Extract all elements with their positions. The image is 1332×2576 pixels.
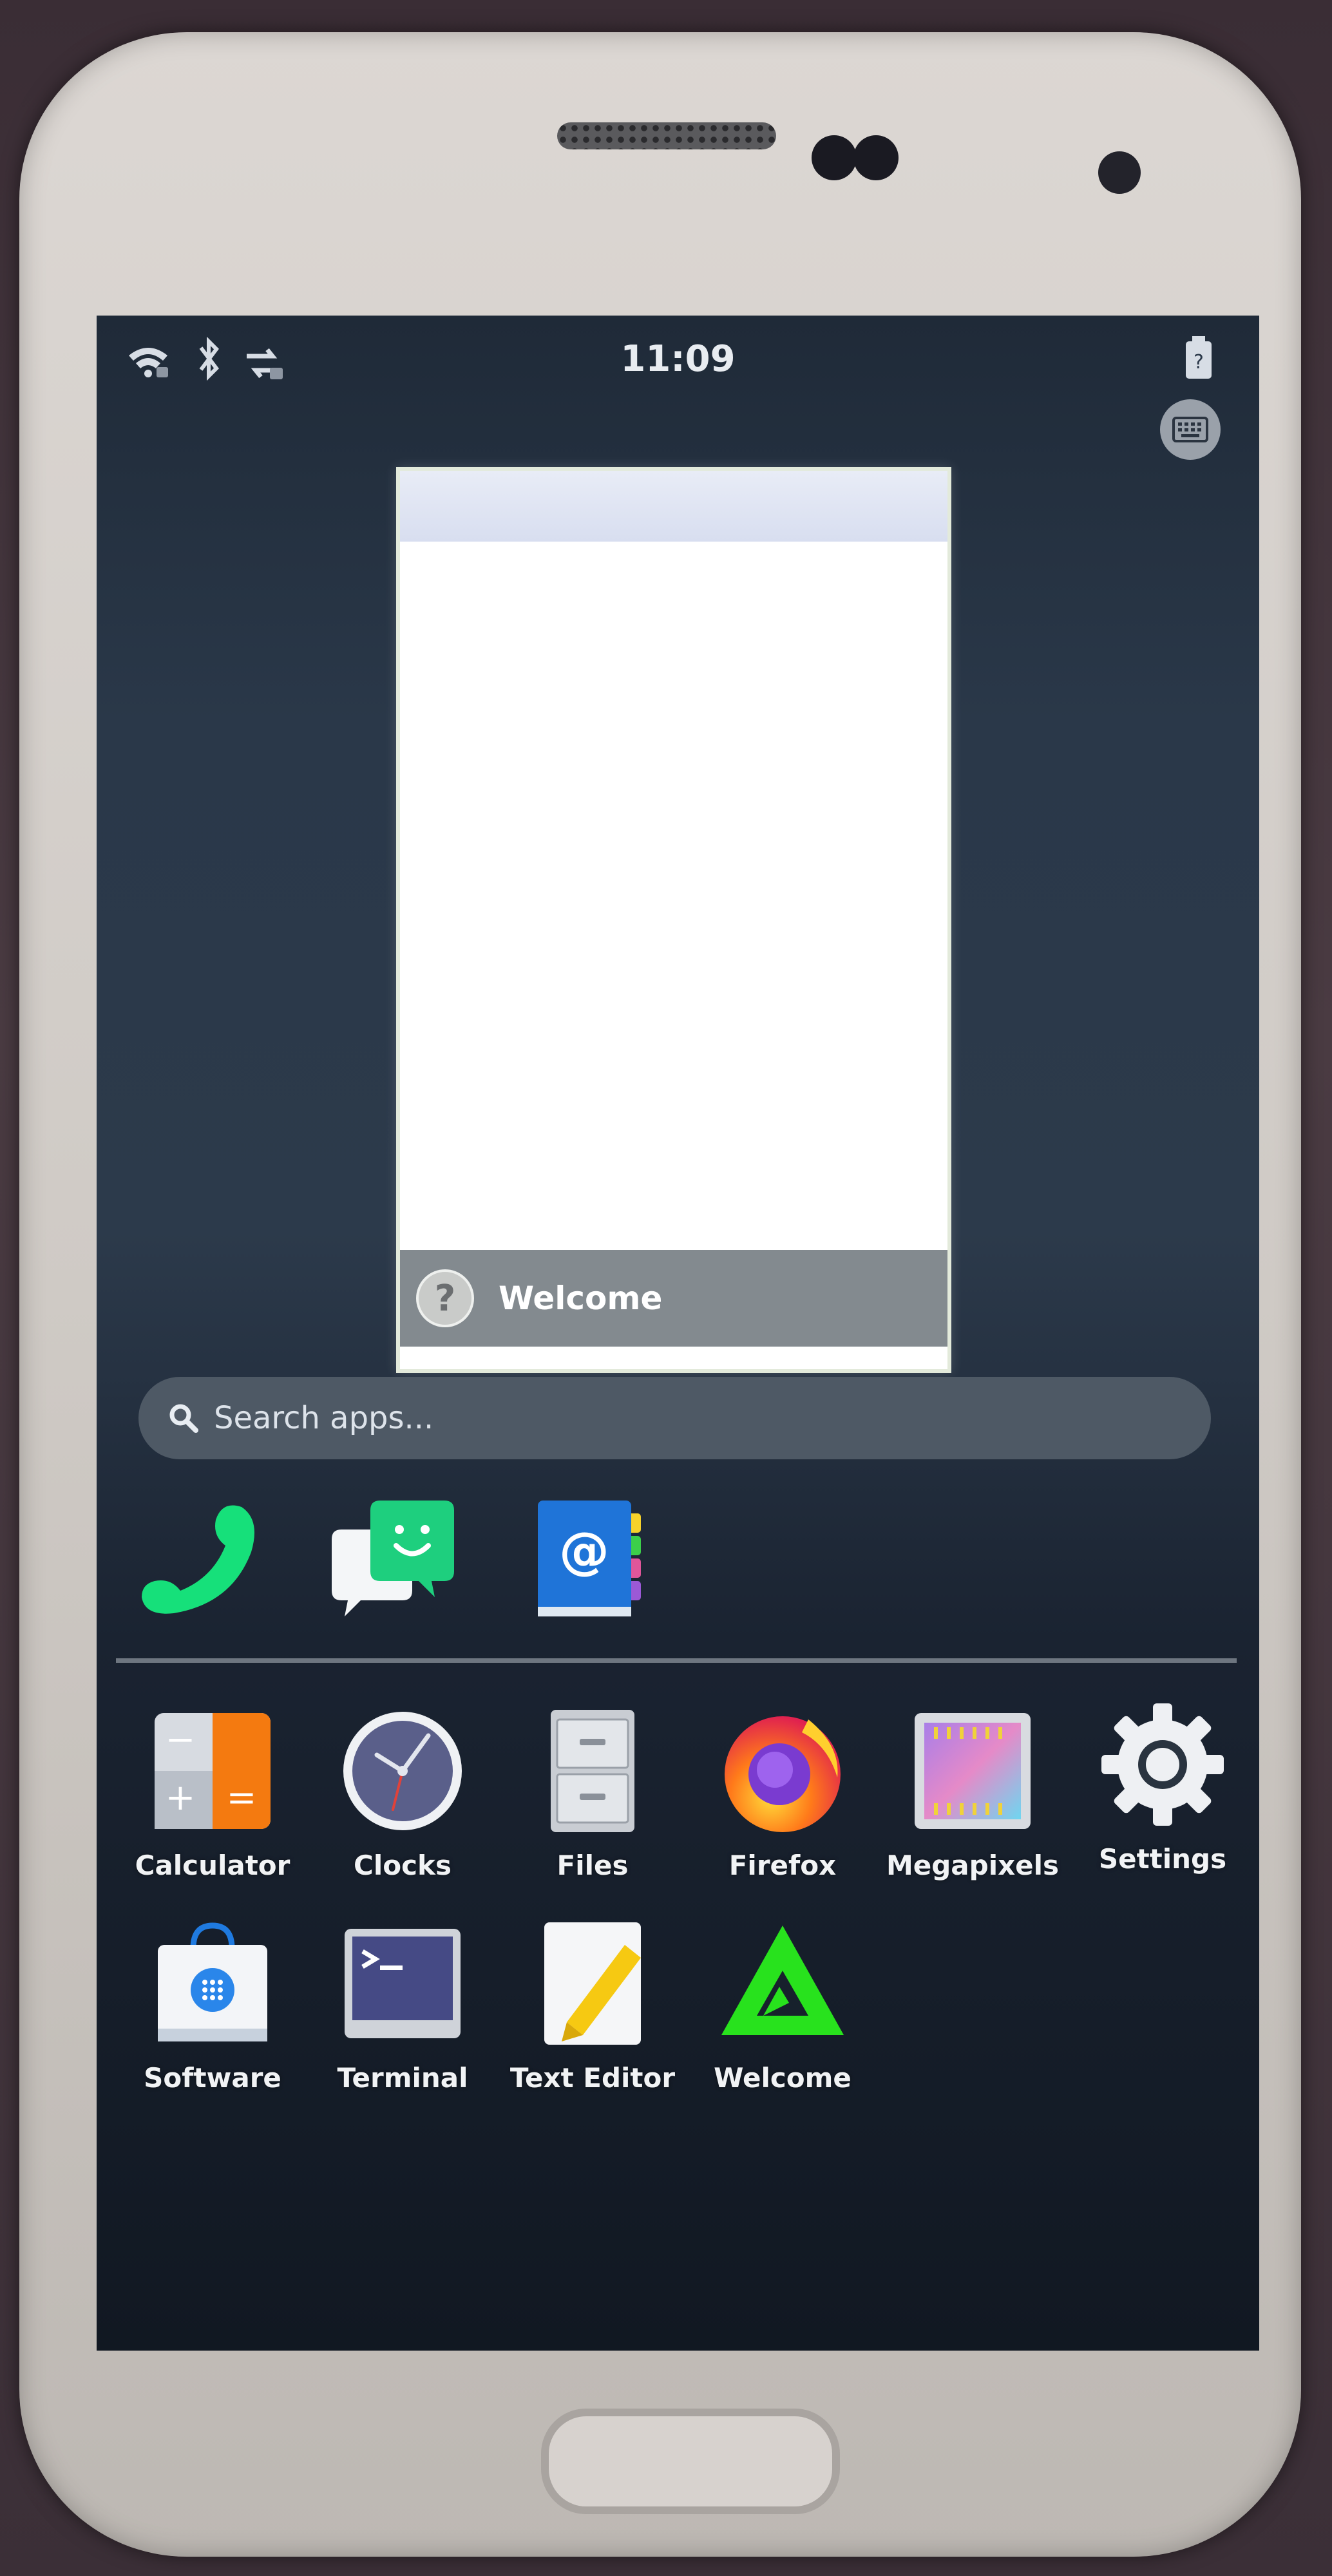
svg-text:−: −	[166, 1719, 196, 1761]
text-editor-icon	[544, 1922, 641, 2045]
open-app-preview[interactable]: ? Welcome	[396, 467, 951, 1373]
clock: 11:09	[620, 338, 736, 380]
calculator-icon: − + =	[155, 1713, 271, 1829]
app-label: Welcome	[714, 2062, 852, 2094]
screen: 11:09 ? ? Welcome Search apps... @ − + =…	[97, 316, 1259, 2351]
favorite-chat[interactable]	[325, 1494, 454, 1623]
app-label: Calculator	[135, 1850, 290, 1881]
app-label: Software	[144, 2062, 281, 2094]
phone-icon	[142, 1505, 254, 1614]
firefox-icon	[725, 1716, 841, 1832]
file-cabinet-icon	[551, 1710, 634, 1832]
front-sensors	[812, 135, 902, 180]
front-camera	[1098, 151, 1141, 194]
app-calculator[interactable]: − + = Calculator	[122, 1707, 303, 1881]
shopping-bag-icon	[158, 1922, 267, 2041]
favorite-contacts[interactable]: @	[531, 1494, 660, 1623]
gear-icon	[1101, 1703, 1224, 1826]
app-megapixels[interactable]: Megapixels	[882, 1707, 1063, 1881]
app-clocks[interactable]: Clocks	[312, 1707, 493, 1881]
preview-header-bar	[400, 471, 947, 542]
status-bar: 11:09 ?	[97, 316, 1259, 399]
app-label: Terminal	[337, 2062, 468, 2094]
app-label: Settings	[1098, 1843, 1227, 1875]
preview-caption: ? Welcome	[400, 1250, 947, 1347]
app-label: Megapixels	[886, 1850, 1060, 1881]
app-welcome[interactable]: Welcome	[692, 1919, 873, 2094]
earpiece-speaker	[557, 122, 776, 149]
app-terminal[interactable]: Terminal	[312, 1919, 493, 2094]
battery-icon: ?	[1186, 336, 1212, 379]
app-label: Files	[557, 1850, 629, 1881]
favorite-phone[interactable]	[135, 1494, 264, 1623]
preview-title: Welcome	[499, 1280, 663, 1317]
svg-text:=: =	[227, 1777, 257, 1819]
app-software[interactable]: Software	[122, 1919, 303, 2094]
help-icon: ?	[416, 1269, 474, 1327]
app-files[interactable]: Files	[502, 1707, 683, 1881]
clock-icon	[343, 1712, 462, 1830]
svg-text:+: +	[166, 1777, 196, 1819]
app-label: Text Editor	[509, 2062, 676, 2094]
app-settings[interactable]: Settings	[1072, 1700, 1253, 1875]
app-firefox[interactable]: Firefox	[692, 1707, 873, 1881]
app-label: Clocks	[354, 1850, 452, 1881]
svg-text:@: @	[559, 1522, 609, 1580]
app-text-editor[interactable]: Text Editor	[502, 1919, 683, 2094]
search-input[interactable]	[213, 1399, 1181, 1437]
search-bar[interactable]	[138, 1377, 1211, 1459]
keyboard-icon	[1172, 417, 1208, 442]
keyboard-toggle-button[interactable]	[1160, 399, 1221, 460]
phone-frame: 11:09 ? ? Welcome Search apps... @ − + =…	[19, 32, 1301, 2557]
home-button[interactable]	[541, 2409, 840, 2514]
favorites-divider	[116, 1658, 1237, 1663]
contacts-icon: @	[538, 1501, 641, 1616]
camera-film-icon	[915, 1713, 1031, 1829]
app-label: Firefox	[728, 1850, 837, 1881]
search-icon	[169, 1404, 198, 1433]
chat-icon	[332, 1501, 454, 1616]
svg-text:?: ?	[1194, 351, 1204, 374]
terminal-icon	[345, 1929, 461, 2038]
welcome-triangle-icon	[721, 1926, 844, 2035]
